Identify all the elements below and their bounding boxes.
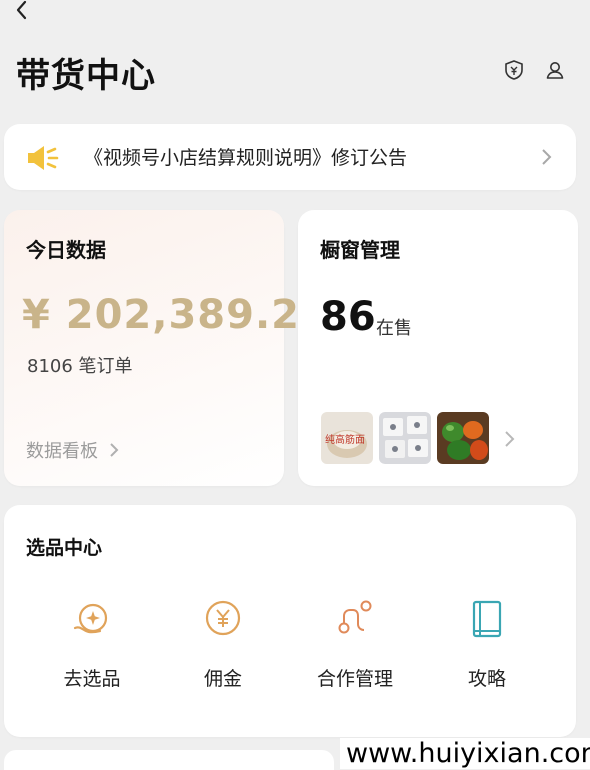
back-arrow-icon[interactable] [8, 0, 36, 22]
chevron-right-icon [110, 443, 119, 457]
guide-entry[interactable]: 攻略 [432, 598, 542, 691]
commission-yen-icon [205, 600, 241, 636]
cooperation-management-entry[interactable]: 合作管理 [300, 598, 410, 691]
data-dashboard-label: 数据看板 [26, 441, 98, 462]
showcase-title: 橱窗管理 [320, 238, 400, 262]
cooperation-management-label: 合作管理 [316, 668, 393, 690]
cooperation-management-icon [338, 600, 372, 634]
shield-yen-icon[interactable] [503, 59, 525, 81]
today-data-title: 今日数据 [26, 238, 106, 262]
page-title: 带货中心 [16, 56, 156, 96]
on-sale-count: 86 [320, 294, 376, 340]
chevron-right-icon [505, 431, 515, 447]
top-bar: 带货中心 [0, 0, 590, 110]
next-card-edge [4, 750, 334, 770]
announcement-banner[interactable]: 《视频号小店结算规则说明》修订公告 [4, 124, 576, 190]
order-count: 8106 笔订单 [27, 356, 133, 377]
packaged-snack-thumbnail[interactable] [379, 412, 431, 464]
select-products-icon [73, 603, 108, 634]
on-sale-label: 在售 [376, 318, 412, 339]
sales-amount: ¥ 202,389.2 [22, 292, 300, 338]
flour-product-thumbnail[interactable]: 纯高筋面 [321, 412, 373, 464]
commission-label: 佣金 [203, 668, 242, 690]
selection-center-title: 选品中心 [26, 537, 103, 559]
guide-book-icon [472, 600, 502, 638]
chevron-right-icon [542, 149, 552, 165]
data-dashboard-link[interactable]: 数据看板 [26, 437, 120, 463]
select-products-entry[interactable]: 去选品 [37, 598, 147, 691]
peppers-product-thumbnail[interactable] [437, 412, 489, 464]
select-products-label: 去选品 [63, 668, 121, 690]
user-icon[interactable] [544, 59, 566, 81]
commission-entry[interactable]: 佣金 [168, 598, 278, 691]
watermark: www.huiyixian.com [340, 738, 590, 769]
announcement-text: 《视频号小店结算规则说明》修订公告 [84, 147, 408, 169]
guide-label: 攻略 [467, 668, 506, 690]
flour-label: 纯高筋面 [325, 433, 365, 446]
speaker-icon [28, 146, 59, 170]
